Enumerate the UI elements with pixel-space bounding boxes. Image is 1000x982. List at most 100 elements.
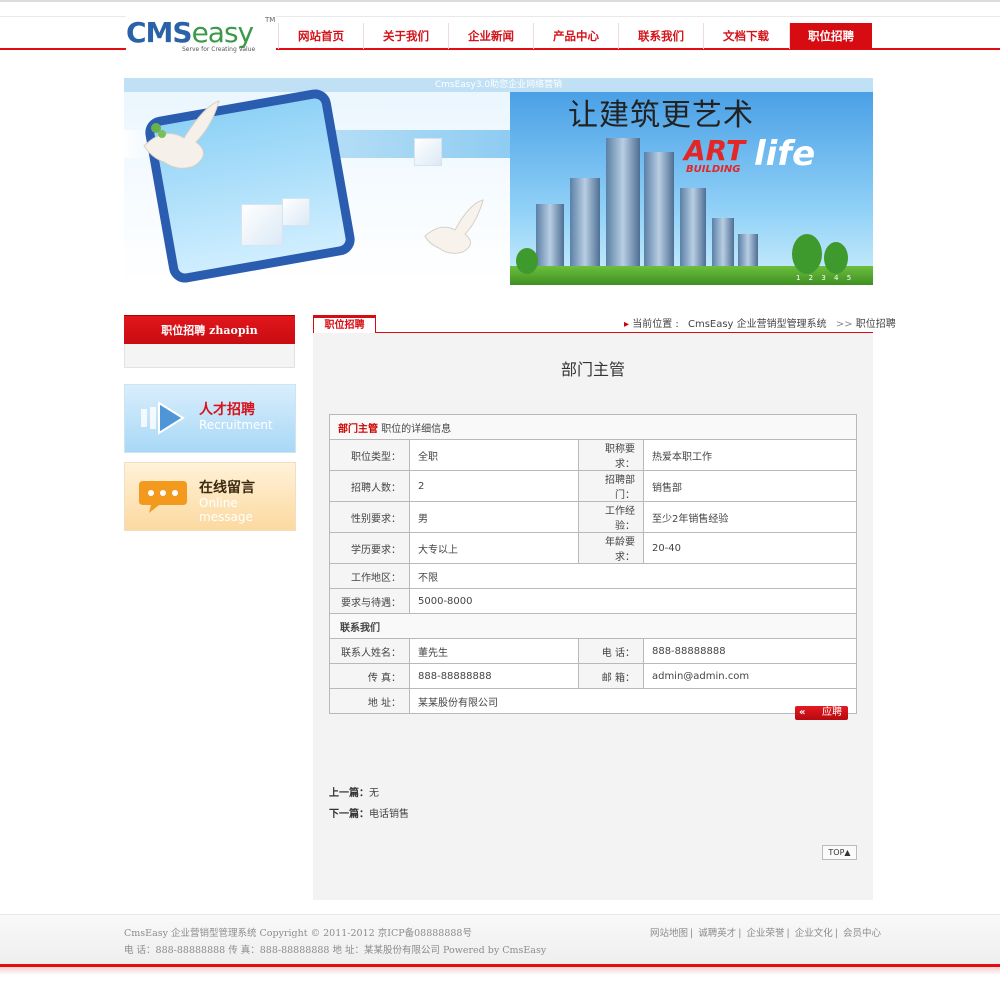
footer-link-members[interactable]: 会员中心 <box>843 928 881 939</box>
footer-link-honors[interactable]: 企业荣誉 <box>747 928 785 939</box>
footer-copyright: CmsEasy 企业营销型管理系统 Copyright © 2011-2012 … <box>124 928 472 939</box>
building-graphic <box>606 138 640 274</box>
field-label: 电 话： <box>577 638 644 664</box>
field-value: 大专以上 <box>409 532 579 564</box>
field-label: 工作经验： <box>577 501 644 533</box>
field-label: 招聘人数： <box>329 470 410 502</box>
field-value: 至少2年销售经验 <box>642 501 858 533</box>
breadcrumb-arrow-icon: ▸ <box>624 319 630 330</box>
banner-caption: CmsEasy3.0助您企业网络营销 <box>124 78 873 92</box>
tree-graphic <box>792 234 822 274</box>
breadcrumb-current[interactable]: 职位招聘 <box>856 319 896 330</box>
field-label: 学历要求： <box>329 532 410 564</box>
tab-underline <box>313 332 873 333</box>
field-label: 年龄要求： <box>577 532 644 564</box>
field-value: 不限 <box>409 563 857 589</box>
next-link[interactable]: 电话销售 <box>369 809 409 820</box>
table-row: 工作地区： 不限 <box>329 563 857 589</box>
recruitment-banner[interactable]: 人才招聘 Recruitment <box>124 384 296 453</box>
table-row: 要求与待遇： 5000-8000 <box>329 588 857 614</box>
cube-graphic <box>282 198 310 226</box>
tree-graphic <box>516 248 538 274</box>
field-value: 全职 <box>409 439 579 471</box>
recruit-subtitle: Recruitment <box>199 418 273 432</box>
footer-link-jobs[interactable]: 诚聘英才 <box>698 928 736 939</box>
footer-shadow <box>0 967 1000 975</box>
field-value: 20-40 <box>642 532 858 564</box>
prev-label: 上一篇： <box>329 788 369 799</box>
field-value: 董先生 <box>409 638 579 664</box>
breadcrumb-prefix: 当前位置 : <box>632 319 679 330</box>
field-label: 职位类型： <box>329 439 410 471</box>
prev-article: 上一篇：无 <box>329 784 379 799</box>
page-title: 部门主管 <box>560 360 625 379</box>
logo-tm: TM <box>265 16 276 24</box>
job-details-table: 部门主管 职位的详细信息 职位类型： 全职 职称要求： 热爱本职工作 招聘人数：… <box>329 414 858 714</box>
hero-banner: CmsEasy3.0助您企业网络营销 让建筑更艺术 ART life BUILD… <box>124 78 873 285</box>
table-row: 职位类型： 全职 职称要求： 热爱本职工作 <box>329 439 858 471</box>
message-title: 在线留言 <box>199 480 255 496</box>
field-value: 888-88888888 <box>409 663 579 689</box>
banner-art: ART <box>684 134 746 167</box>
table-row: 性别要求： 男 工作经验： 至少2年销售经验 <box>329 501 858 533</box>
online-message-banner[interactable]: 在线留言 Online message <box>124 462 296 531</box>
double-chevron-left-icon: « <box>799 707 806 718</box>
banner-slogan: 让建筑更艺术 <box>568 98 754 133</box>
nav-downloads[interactable]: 文档下载 <box>703 23 788 49</box>
building-graphic <box>536 204 564 274</box>
caption-text: 职位的详细信息 <box>381 423 452 435</box>
apply-label: 应聘 <box>822 707 842 718</box>
field-value: 热爱本职工作 <box>642 439 858 471</box>
table-row: 招聘人数： 2 招聘部门： 销售部 <box>329 470 858 502</box>
footer-link-separator: | <box>738 928 742 939</box>
back-to-top-button[interactable]: TOP▲ <box>822 845 857 860</box>
field-value: admin@admin.com <box>642 663 858 689</box>
main-nav: 网站首页 关于我们 企业新闻 产品中心 联系我们 文档下载 职位招聘 <box>278 23 872 49</box>
logo-wordmark: CMSeasy <box>126 16 255 49</box>
footer-link-sitemap[interactable]: 网站地图 <box>650 928 688 939</box>
footer-links: 网站地图 | 诚聘英才 | 企业荣誉 | 企业文化 | 会员中心 <box>650 925 881 939</box>
footer-contact: 电 话：888-88888888 传 真：888-88888888 地 址：某某… <box>124 945 547 956</box>
footer-link-separator: | <box>690 928 694 939</box>
table-caption-row: 部门主管 职位的详细信息 <box>329 414 857 440</box>
nav-news[interactable]: 企业新闻 <box>448 23 533 49</box>
sidebar-title: 职位招聘 zhaopin <box>124 315 295 345</box>
table-row: 地 址： 某某股份有限公司 <box>329 688 857 714</box>
table-caption: 部门主管 职位的详细信息 <box>329 414 857 440</box>
field-label: 工作地区： <box>329 563 410 589</box>
nav-contact[interactable]: 联系我们 <box>618 23 703 49</box>
banner-pager[interactable]: 1 2 3 4 5 <box>796 274 854 282</box>
field-label: 地 址： <box>329 688 410 714</box>
dove-icon <box>143 100 220 169</box>
logo-tagline: Serve for Creating Value <box>182 46 256 53</box>
recruit-title: 人才招聘 <box>199 402 255 418</box>
field-label: 职称要求： <box>577 439 644 471</box>
building-graphic <box>570 178 600 274</box>
field-label: 要求与待遇： <box>329 588 410 614</box>
footer-link-culture[interactable]: 企业文化 <box>795 928 833 939</box>
breadcrumb-home[interactable]: CmsEasy 企业营销型管理系统 <box>688 319 827 330</box>
table-row: 学历要求： 大专以上 年龄要求： 20-40 <box>329 532 858 564</box>
cube-graphic <box>241 204 283 246</box>
logo-easy: easy <box>191 16 255 49</box>
building-graphic <box>644 152 674 274</box>
top-border <box>0 0 1000 2</box>
next-article: 下一篇：电话销售 <box>329 805 409 820</box>
nav-home[interactable]: 网站首页 <box>278 23 363 49</box>
field-value: 5000-8000 <box>409 588 857 614</box>
nav-about[interactable]: 关于我们 <box>363 23 448 49</box>
field-label: 邮 箱： <box>577 663 644 689</box>
arrow-right-icon <box>141 401 185 435</box>
field-label: 性别要求： <box>329 501 410 533</box>
site-logo[interactable]: CMSeasy TM Serve for Creating Value <box>126 16 276 56</box>
caption-job-name: 部门主管 <box>338 423 378 435</box>
breadcrumb-separator: >> <box>835 319 853 330</box>
sidebar-menu-empty <box>124 344 295 368</box>
field-label: 招聘部门： <box>577 470 644 502</box>
apply-button[interactable]: « 应聘 <box>795 706 848 720</box>
tab-jobs[interactable]: 职位招聘 <box>313 315 376 333</box>
table-row: 传 真： 888-88888888 邮 箱： admin@admin.com <box>329 663 858 689</box>
nav-products[interactable]: 产品中心 <box>533 23 618 49</box>
nav-jobs[interactable]: 职位招聘 <box>789 23 872 49</box>
dove-icon <box>424 199 484 254</box>
